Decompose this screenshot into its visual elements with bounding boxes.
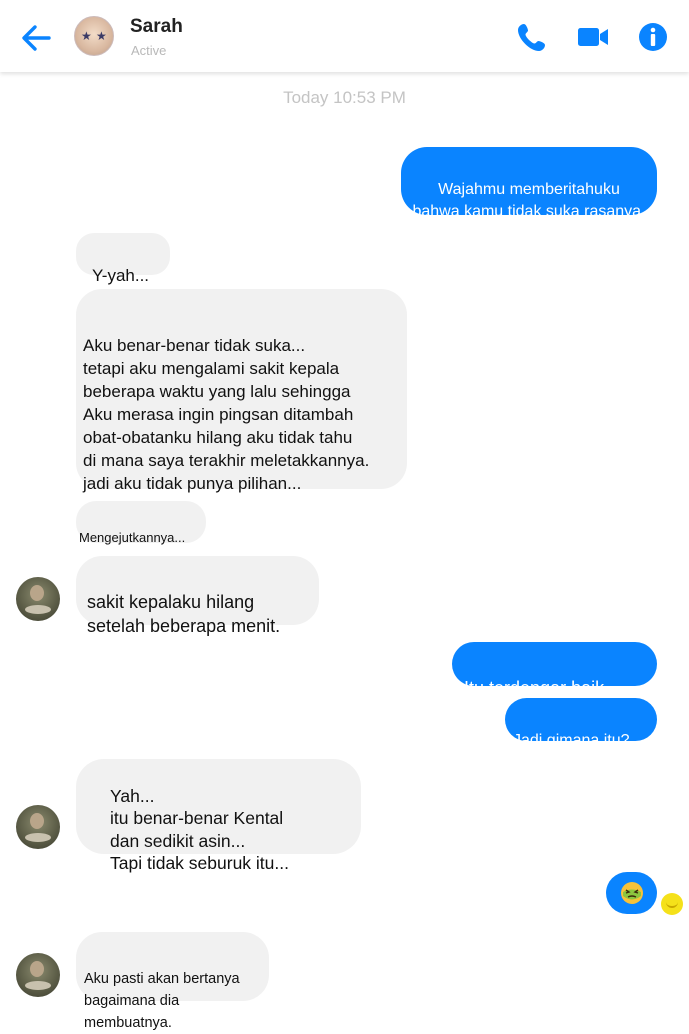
contact-name[interactable]: Sarah bbox=[130, 16, 183, 38]
sender-avatar[interactable] bbox=[16, 577, 60, 621]
outgoing-emoji-message[interactable] bbox=[606, 872, 657, 914]
seen-indicator bbox=[661, 893, 683, 915]
message-text: Mengejutkannya... bbox=[79, 530, 186, 545]
outgoing-message[interactable]: Itu terdengar baik... bbox=[452, 642, 657, 698]
message-text: Y-yah... bbox=[92, 266, 150, 285]
outgoing-message[interactable]: Jadi gimana itu? bbox=[505, 698, 657, 749]
video-camera-icon[interactable] bbox=[576, 20, 610, 54]
incoming-message[interactable]: Yah... itu benar-benar Kental dan sediki… bbox=[76, 759, 361, 873]
contact-status: Active bbox=[131, 43, 167, 58]
message-text: Itu terdengar baik... bbox=[464, 678, 620, 698]
star-eye-icon: ★ bbox=[96, 29, 107, 43]
message-text: Aku benar-benar tidak suka... tetapi aku… bbox=[83, 336, 370, 493]
back-arrow-icon[interactable] bbox=[18, 20, 54, 56]
message-text: Jadi gimana itu? bbox=[513, 732, 630, 749]
message-text: sakit kepalaku hilang setelah beberapa m… bbox=[87, 592, 281, 636]
incoming-message[interactable]: Aku pasti akan bertanya bagaimana dia me… bbox=[76, 932, 269, 1031]
star-eye-icon: ★ bbox=[81, 29, 92, 43]
message-text: Yah... itu benar-benar Kental dan sediki… bbox=[110, 785, 289, 874]
message-text: Wajahmu memberitahuku bahwa kamu tidak s… bbox=[412, 181, 646, 220]
incoming-message[interactable]: Mengejutkannya... bbox=[76, 501, 206, 545]
info-icon[interactable] bbox=[636, 20, 670, 54]
message-text: Aku pasti akan bertanya bagaimana dia me… bbox=[84, 971, 240, 1031]
chat-header: ★ ★ Sarah Active bbox=[0, 0, 689, 72]
nauseated-face-emoji bbox=[621, 882, 643, 904]
incoming-message[interactable]: Aku benar-benar tidak suka... tetapi aku… bbox=[76, 289, 407, 493]
timestamp: Today 10:53 PM bbox=[283, 88, 406, 107]
outgoing-message[interactable]: Wajahmu memberitahuku bahwa kamu tidak s… bbox=[401, 147, 657, 220]
sender-avatar[interactable] bbox=[16, 953, 60, 997]
incoming-message[interactable]: Y-yah... bbox=[76, 233, 170, 285]
contact-avatar[interactable]: ★ ★ bbox=[74, 16, 114, 56]
sender-avatar[interactable] bbox=[16, 805, 60, 849]
phone-icon[interactable] bbox=[515, 20, 549, 54]
incoming-message[interactable]: sakit kepalaku hilang setelah beberapa m… bbox=[76, 556, 319, 636]
